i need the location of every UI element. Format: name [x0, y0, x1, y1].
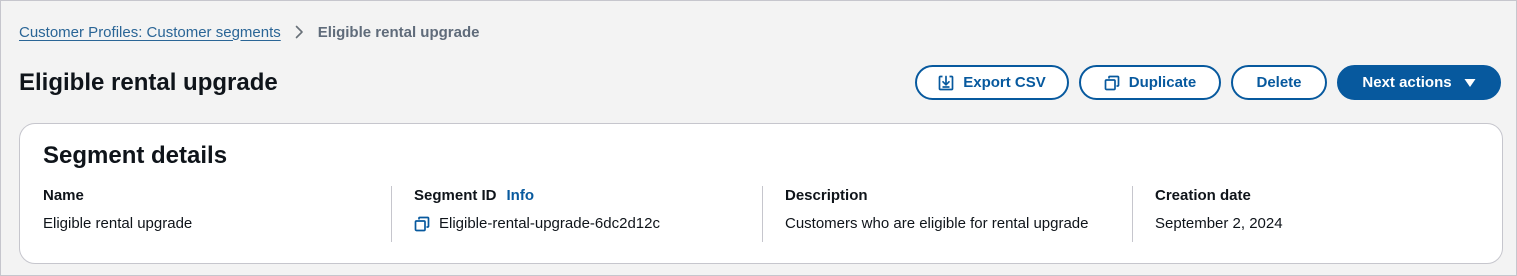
segment-details-card: Segment details Name Eligible rental upg…	[19, 123, 1503, 264]
name-value: Eligible rental upgrade	[43, 215, 193, 232]
breadcrumb: Customer Profiles: Customer segments Eli…	[19, 21, 479, 43]
export-csv-button[interactable]: Export CSV	[915, 65, 1069, 100]
creation-date-label: Creation date	[1155, 187, 1251, 204]
page-title: Eligible rental upgrade	[19, 69, 278, 96]
column-divider	[1132, 186, 1133, 242]
delete-button[interactable]: Delete	[1231, 65, 1327, 100]
description-field: Description Customers who are eligible f…	[785, 186, 1089, 242]
copy-icon	[1104, 75, 1120, 91]
creation-date-value: September 2, 2024	[1155, 215, 1283, 232]
copy-icon[interactable]	[414, 216, 430, 232]
caret-down-icon	[1464, 78, 1476, 88]
header-actions: Export CSV Duplicate Delete Next actions	[915, 65, 1501, 100]
next-actions-label: Next actions	[1362, 74, 1452, 91]
chevron-right-icon	[295, 25, 304, 39]
next-actions-button[interactable]: Next actions	[1337, 65, 1501, 100]
segment-id-value: Eligible-rental-upgrade-6dc2d12c	[439, 215, 660, 232]
name-label: Name	[43, 187, 84, 204]
name-field: Name Eligible rental upgrade	[43, 186, 192, 242]
info-link[interactable]: Info	[507, 186, 535, 206]
duplicate-button[interactable]: Duplicate	[1079, 65, 1221, 100]
segment-details-title: Segment details	[43, 142, 228, 169]
segment-id-label: Segment ID	[414, 187, 497, 204]
segment-id-field: Segment ID Info Eligible-rental-upgrade-…	[414, 186, 660, 242]
delete-label: Delete	[1256, 74, 1302, 91]
breadcrumb-current: Eligible rental upgrade	[317, 23, 480, 41]
description-label: Description	[785, 187, 868, 204]
export-csv-label: Export CSV	[963, 74, 1046, 91]
description-value: Customers who are eligible for rental up…	[785, 215, 1089, 232]
creation-date-field: Creation date September 2, 2024	[1155, 186, 1283, 242]
breadcrumb-link-customer-segments[interactable]: Customer Profiles: Customer segments	[19, 24, 281, 41]
column-divider	[391, 186, 392, 242]
download-icon	[938, 75, 954, 91]
duplicate-label: Duplicate	[1128, 74, 1197, 91]
column-divider	[762, 186, 763, 242]
